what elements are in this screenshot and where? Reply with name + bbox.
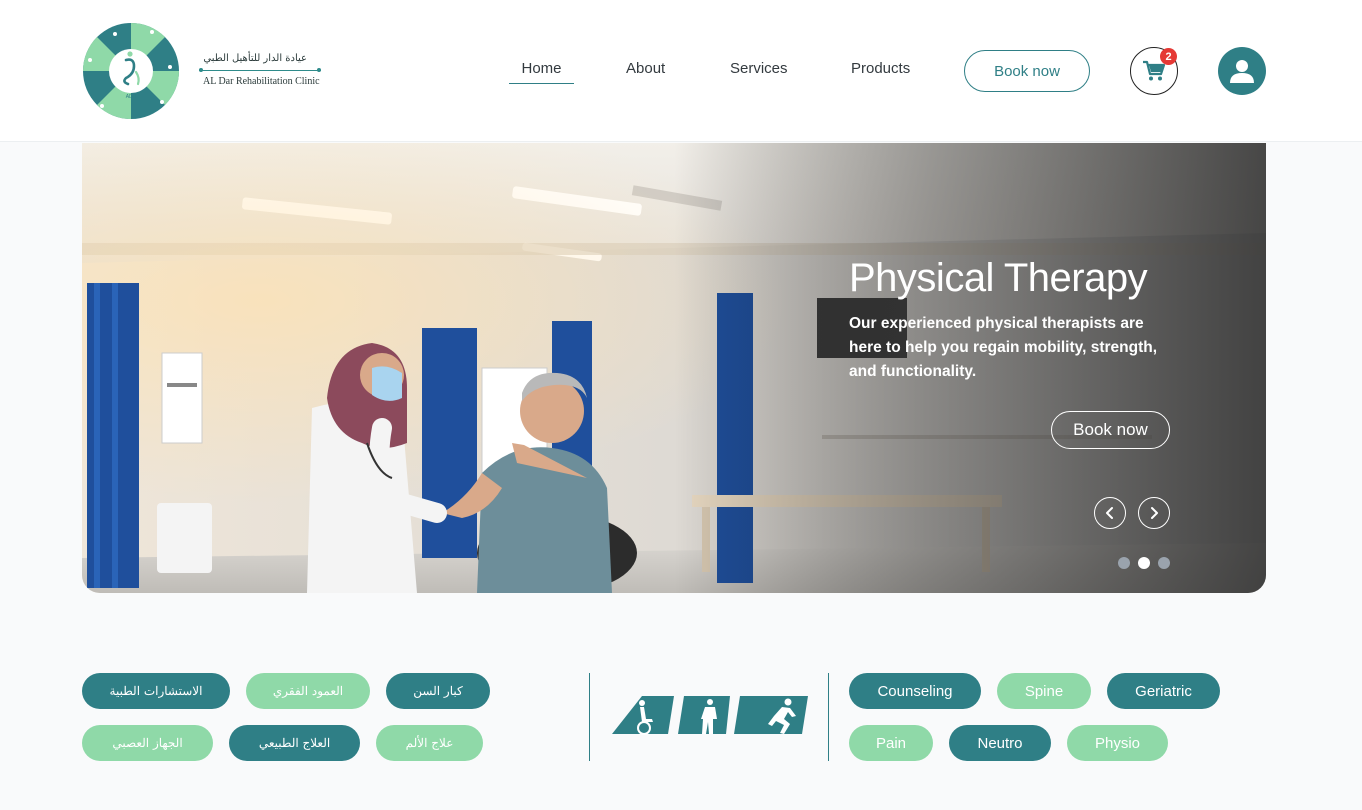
nav-home[interactable]: Home bbox=[509, 60, 574, 84]
tag-pain-treatment-ar[interactable]: علاج الألم bbox=[376, 725, 483, 761]
site-header: ADR عيادة الدار للتأهيل الطبي AL Dar Reh… bbox=[0, 0, 1362, 142]
adr-logo bbox=[612, 696, 808, 735]
hero-book-now-button[interactable]: Book now bbox=[1051, 411, 1170, 449]
chevron-left-icon bbox=[1106, 507, 1113, 519]
carousel-prev-button[interactable] bbox=[1094, 497, 1126, 529]
nav-about[interactable]: About bbox=[626, 60, 665, 77]
logo-name-english: AL Dar Rehabilitation Clinic bbox=[203, 76, 320, 87]
carousel-dot-2[interactable] bbox=[1138, 557, 1150, 569]
logo-divider bbox=[199, 68, 321, 72]
tag-elderly-ar[interactable]: كبار السن bbox=[386, 673, 490, 709]
tag-pain[interactable]: Pain bbox=[849, 725, 933, 761]
chevron-right-icon bbox=[1151, 507, 1158, 519]
tags-divider-left bbox=[589, 673, 590, 761]
tag-medical-consultations[interactable]: الاستشارات الطبية bbox=[82, 673, 230, 709]
carousel-dot-1[interactable] bbox=[1118, 557, 1130, 569]
tag-physio[interactable]: Physio bbox=[1067, 725, 1168, 761]
carousel-dot-3[interactable] bbox=[1158, 557, 1170, 569]
tag-nervous-system-ar[interactable]: الجهاز العصبي bbox=[82, 725, 213, 761]
tags-divider-right bbox=[828, 673, 829, 761]
logo-text[interactable]: عيادة الدار للتأهيل الطبي AL Dar Rehabil… bbox=[199, 53, 321, 87]
user-icon bbox=[1230, 60, 1254, 83]
tag-geriatric[interactable]: Geriatric bbox=[1107, 673, 1220, 709]
tag-neutro[interactable]: Neutro bbox=[949, 725, 1051, 761]
cart-count-badge: 2 bbox=[1160, 48, 1177, 65]
hero-description: Our experienced physical therapists are … bbox=[849, 315, 1158, 380]
hero-carousel: Physical Therapy Our experienced physica… bbox=[82, 143, 1266, 593]
nav-services[interactable]: Services bbox=[730, 60, 788, 77]
tag-spine[interactable]: Spine bbox=[997, 673, 1091, 709]
carousel-next-button[interactable] bbox=[1138, 497, 1170, 529]
tag-counseling[interactable]: Counseling bbox=[849, 673, 981, 709]
hero-title: Physical Therapy bbox=[849, 256, 1148, 300]
user-account-button[interactable] bbox=[1218, 47, 1266, 95]
header-book-now-button[interactable]: Book now bbox=[964, 50, 1090, 92]
clinic-logo-wheel[interactable]: ADR bbox=[82, 22, 180, 120]
logo-name-arabic: عيادة الدار للتأهيل الطبي bbox=[203, 53, 307, 64]
cart-icon bbox=[1143, 60, 1166, 81]
tag-physiotherapy-ar[interactable]: العلاج الطبيعي bbox=[229, 725, 360, 761]
nav-products[interactable]: Products bbox=[851, 60, 910, 77]
tag-spine-ar[interactable]: العمود الفقري bbox=[246, 673, 370, 709]
logo-wheel-text: ADR bbox=[126, 94, 137, 100]
